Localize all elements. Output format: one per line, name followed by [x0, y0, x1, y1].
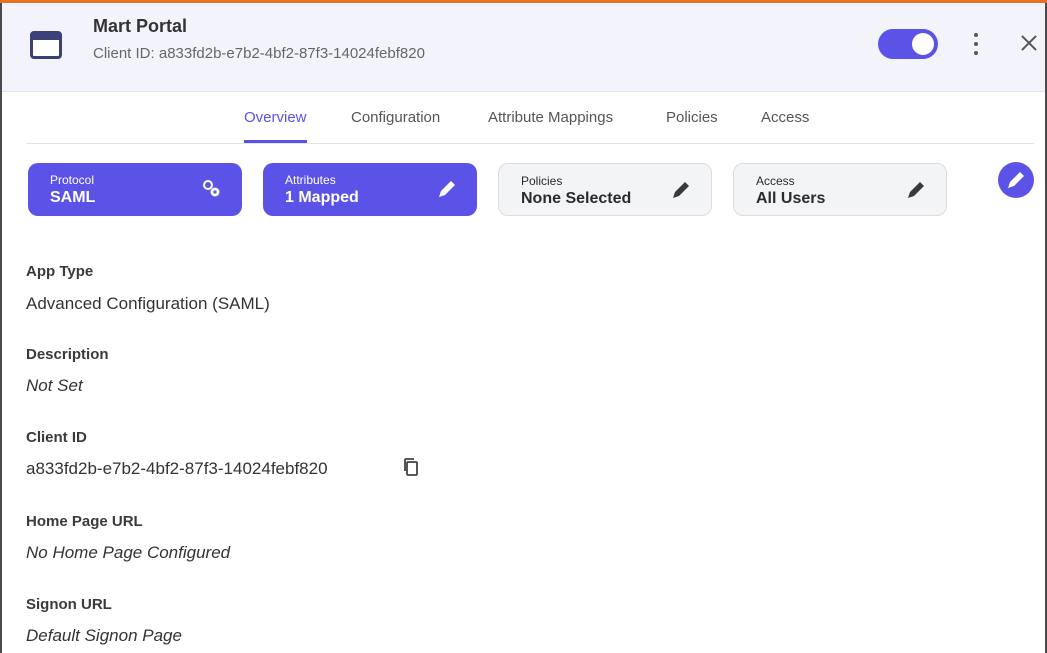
signon-url-label: Signon URL	[26, 596, 112, 613]
policies-value: None Selected	[521, 190, 632, 207]
more-vertical-icon[interactable]	[964, 30, 988, 60]
tab-configuration[interactable]: Configuration	[351, 109, 440, 126]
access-value: All Users	[756, 190, 826, 207]
close-icon[interactable]	[1015, 31, 1043, 59]
protocol-value: SAML	[50, 189, 96, 206]
app-title: Mart Portal	[93, 16, 188, 36]
gears-icon	[203, 180, 220, 197]
attributes-chip[interactable]: Attributes 1 Mapped	[263, 163, 477, 216]
client-id-value: a833fd2b-e7b2-4bf2-87f3-14024febf820	[26, 459, 328, 478]
app-type-value: Advanced Configuration (SAML)	[26, 294, 270, 313]
tab-policies[interactable]: Policies	[666, 109, 718, 126]
access-chip[interactable]: Access All Users	[733, 163, 947, 216]
home-page-url-label: Home Page URL	[26, 513, 143, 530]
app-enabled-toggle[interactable]	[878, 29, 938, 59]
app-header: Mart Portal Client ID: a833fd2b-e7b2-4bf…	[2, 3, 1045, 92]
tab-overview[interactable]: Overview	[244, 109, 307, 143]
protocol-chip[interactable]: Protocol SAML	[28, 163, 242, 216]
signon-url-value: Default Signon Page	[26, 626, 182, 645]
tab-access[interactable]: Access	[761, 109, 809, 126]
pencil-icon	[439, 181, 455, 197]
access-label: Access	[756, 174, 795, 188]
attributes-label: Attributes	[285, 173, 336, 187]
protocol-label: Protocol	[50, 173, 95, 187]
description-label: Description	[26, 346, 109, 363]
toggle-knob	[912, 33, 934, 55]
client-id-subtitle: Client ID: a833fd2b-e7b2-4bf2-87f3-14024…	[93, 45, 425, 62]
tab-bar: Overview Configuration Attribute Mapping…	[26, 91, 1034, 144]
description-value: Not Set	[26, 376, 83, 395]
pencil-icon	[673, 182, 689, 198]
home-page-url-value: No Home Page Configured	[26, 543, 231, 562]
attributes-value: 1 Mapped	[285, 189, 359, 206]
pencil-icon	[908, 182, 924, 198]
tab-attribute-mappings[interactable]: Attribute Mappings	[488, 109, 613, 126]
client-id-label: Client ID	[26, 429, 87, 446]
app-type-label: App Type	[26, 263, 94, 280]
policies-label: Policies	[521, 174, 563, 188]
policies-chip[interactable]: Policies None Selected	[498, 163, 712, 216]
app-window-icon	[30, 31, 62, 59]
copy-icon[interactable]	[402, 457, 420, 477]
edit-circle-icon[interactable]	[998, 162, 1034, 198]
